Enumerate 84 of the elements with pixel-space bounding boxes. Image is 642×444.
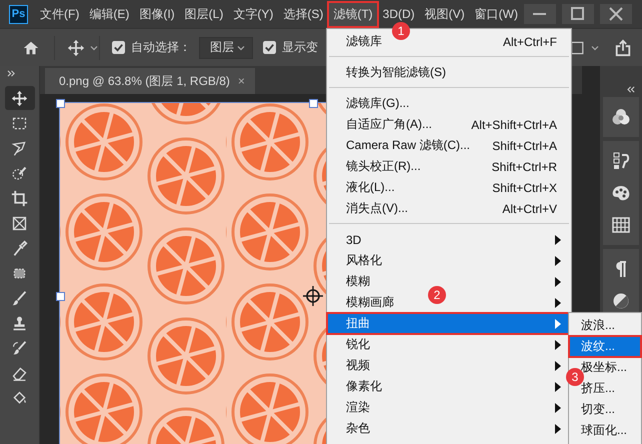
- layer-dropdown[interactable]: 图层: [199, 36, 253, 58]
- close-icon[interactable]: [600, 4, 632, 24]
- menu-item[interactable]: 渲染: [346, 399, 370, 416]
- menu-item[interactable]: 视图(V): [420, 2, 469, 26]
- menu-item[interactable]: 窗口(W): [470, 2, 522, 26]
- menu-item[interactable]: 球面化...: [569, 420, 641, 441]
- shortcut-text: Shift+Ctrl+A: [491, 138, 557, 152]
- transform-handle[interactable]: [309, 99, 318, 108]
- eyedropper-icon[interactable]: [11, 240, 28, 257]
- menu-item[interactable]: 模糊: [346, 273, 370, 290]
- shortcut-text: Shift+Ctrl+X: [491, 180, 557, 194]
- move-icon: [11, 90, 28, 106]
- submenu-arrow-icon: [555, 298, 561, 308]
- minimize-icon[interactable]: [524, 4, 556, 24]
- menu-item[interactable]: 像素化: [346, 378, 382, 395]
- share-icon[interactable]: [614, 38, 632, 56]
- transform-handle[interactable]: [56, 99, 65, 108]
- menu-item[interactable]: 转换为智能滤镜(S): [346, 64, 446, 81]
- menu-item[interactable]: 选择(S): [279, 2, 328, 26]
- menu-item[interactable]: 编辑(E): [85, 2, 134, 26]
- shortcut-text: Alt+Shift+Ctrl+A: [470, 118, 557, 132]
- menu-item[interactable]: 风格化: [346, 252, 382, 269]
- submenu-arrow-icon: [555, 256, 561, 266]
- menu-item[interactable]: 文字(Y): [229, 2, 278, 26]
- menu-item[interactable]: 滤镜库(G)...: [346, 95, 410, 112]
- menu-item[interactable]: 视频: [346, 357, 370, 374]
- shortcut-text: Alt+Ctrl+F: [502, 34, 557, 48]
- frame-icon[interactable]: [11, 215, 28, 232]
- menu-item[interactable]: 扭曲: [327, 313, 571, 334]
- submenu-arrow-icon: [555, 424, 561, 434]
- menu-item[interactable]: 模糊画廊: [346, 294, 394, 311]
- menu-item[interactable]: 锐化: [346, 336, 370, 353]
- app-logo[interactable]: Ps: [9, 4, 28, 24]
- move-tool-icon[interactable]: [67, 38, 85, 56]
- stamp-icon[interactable]: [11, 315, 28, 332]
- quick-selection-icon[interactable]: [11, 165, 28, 182]
- crosshair-icon[interactable]: [302, 285, 324, 307]
- auto-select-label: 自动选择：: [131, 39, 191, 56]
- submenu-arrow-icon: [555, 382, 561, 392]
- submenu-arrow-icon: [555, 276, 561, 286]
- expand-icon[interactable]: [7, 70, 16, 77]
- document-tab[interactable]: 0.png @ 63.8% (图层 1, RGB/8) ×: [45, 68, 255, 94]
- menu-item[interactable]: 滤镜库: [346, 33, 382, 50]
- crop-icon[interactable]: [11, 190, 28, 207]
- menu-item[interactable]: 消失点(V)...: [346, 200, 408, 217]
- transform-handle[interactable]: [56, 292, 65, 301]
- move-tool[interactable]: [4, 86, 34, 110]
- menu-item[interactable]: 文件(F): [36, 2, 84, 26]
- menu-item[interactable]: 杂色: [346, 420, 370, 437]
- eraser-icon[interactable]: [11, 365, 28, 382]
- shortcut-text: Alt+Ctrl+V: [501, 202, 557, 216]
- show-transform-label: 显示变: [282, 39, 318, 56]
- menu-item[interactable]: 自适应广角(A)...: [346, 116, 432, 133]
- history-brush-icon[interactable]: [11, 340, 28, 357]
- submenu-arrow-icon: [555, 234, 561, 244]
- submenu-arrow-icon: [555, 340, 561, 350]
- checkbox[interactable]: [263, 41, 276, 54]
- menu-item[interactable]: 液化(L)...: [346, 179, 395, 196]
- color-icon[interactable]: [611, 107, 631, 127]
- menu-item[interactable]: 波浪...: [569, 315, 641, 336]
- lasso-icon[interactable]: [11, 140, 28, 157]
- history-icon[interactable]: [611, 151, 631, 171]
- marquee-icon[interactable]: [11, 115, 28, 132]
- menu-item-label: 扭曲: [346, 315, 370, 332]
- collapse-icon[interactable]: [627, 86, 636, 93]
- menu-item[interactable]: 波纹...: [569, 336, 641, 357]
- submenu-arrow-icon: [555, 360, 561, 370]
- menu-item[interactable]: 图像(I): [135, 2, 179, 26]
- adjustments-icon[interactable]: [611, 291, 631, 311]
- menu-item[interactable]: Camera Raw 滤镜(C)...: [346, 137, 470, 154]
- menu-item[interactable]: 图层(L): [180, 2, 228, 26]
- menu-item[interactable]: 3D: [346, 232, 362, 246]
- palette-icon[interactable]: [611, 183, 631, 203]
- grid-icon[interactable]: [611, 215, 631, 235]
- menu-item[interactable]: 3D(D): [378, 4, 419, 24]
- maximize-icon[interactable]: [562, 4, 594, 24]
- checkbox[interactable]: [112, 41, 125, 54]
- shortcut-text: Shift+Ctrl+R: [490, 160, 557, 174]
- menu-item[interactable]: 切变...: [569, 399, 641, 420]
- menu-item[interactable]: 滤镜(T): [329, 2, 377, 26]
- submenu-arrow-icon: [555, 402, 561, 412]
- brush-icon[interactable]: [11, 290, 28, 307]
- submenu-arrow-icon: [555, 318, 561, 328]
- menu-item[interactable]: 镜头校正(R)...: [346, 158, 421, 175]
